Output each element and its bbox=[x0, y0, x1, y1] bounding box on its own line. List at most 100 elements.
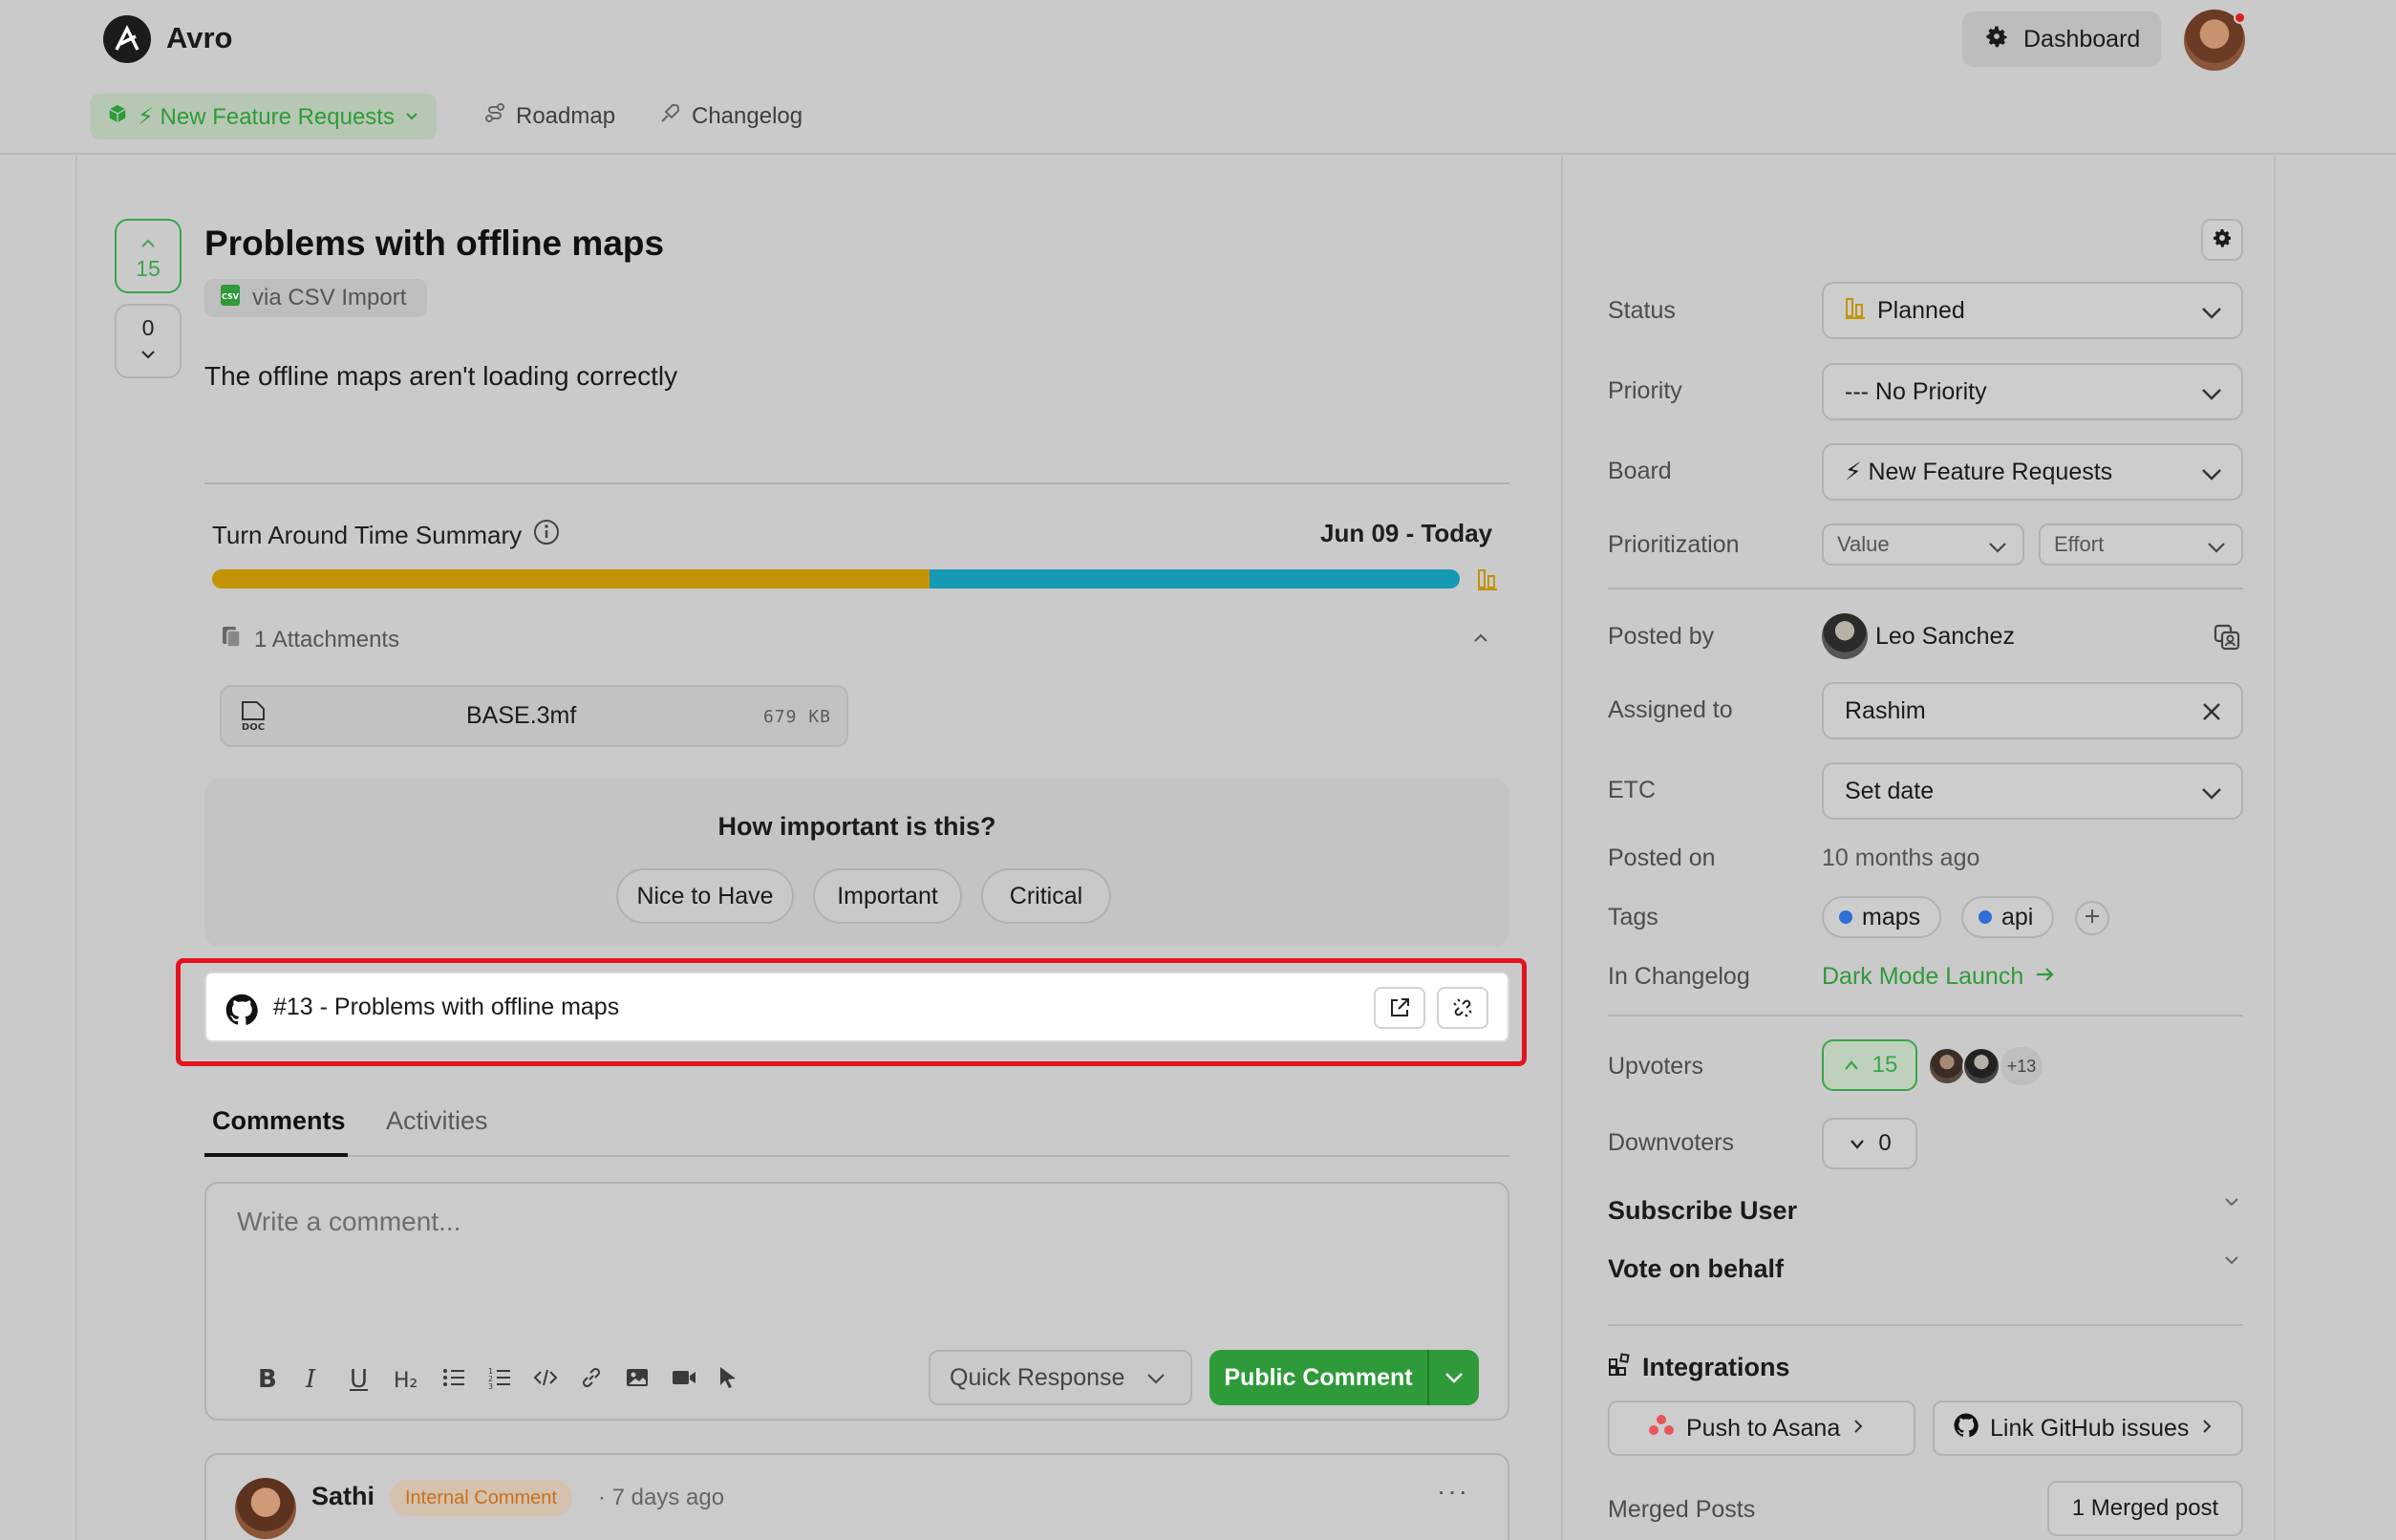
notification-dot bbox=[2234, 11, 2246, 24]
etc-value: Set date bbox=[1845, 777, 1935, 804]
comment-composer[interactable]: Write a comment... B I U H₂ 123 Quick Re… bbox=[204, 1182, 1509, 1421]
posted-on-value: 10 months ago bbox=[1822, 845, 1980, 871]
arrow-right-icon bbox=[2035, 963, 2056, 991]
changelog-link[interactable]: Dark Mode Launch bbox=[1822, 963, 2056, 991]
nav-roadmap[interactable]: Roadmap bbox=[483, 101, 615, 131]
avatar[interactable] bbox=[1822, 613, 1868, 659]
italic-icon[interactable]: I bbox=[306, 1365, 315, 1394]
divider bbox=[1608, 1324, 2243, 1326]
chevron-down-icon[interactable] bbox=[1429, 1371, 1479, 1384]
divider bbox=[1608, 1015, 2243, 1016]
public-comment-button[interactable]: Public Comment bbox=[1209, 1350, 1479, 1405]
importance-important-button[interactable]: Important bbox=[813, 868, 962, 924]
info-icon[interactable] bbox=[533, 519, 560, 552]
image-icon[interactable] bbox=[625, 1365, 650, 1397]
comment-author[interactable]: Sathi bbox=[311, 1482, 374, 1511]
tab-activities[interactable]: Activities bbox=[386, 1106, 488, 1136]
chevron-down-icon bbox=[2199, 462, 2224, 490]
link-icon[interactable] bbox=[579, 1365, 604, 1397]
upvoters-button[interactable]: 15 bbox=[1822, 1039, 1917, 1091]
priority-select[interactable]: --- No Priority bbox=[1822, 363, 2243, 420]
status-planned-icon bbox=[1845, 295, 1866, 327]
chevron-down-icon[interactable] bbox=[2222, 1251, 2241, 1273]
nav-changelog-label: Changelog bbox=[692, 102, 803, 129]
effort-select[interactable]: Effort bbox=[2039, 524, 2243, 566]
cursor-icon[interactable] bbox=[717, 1365, 739, 1397]
public-comment-label: Public Comment bbox=[1224, 1363, 1413, 1391]
integrations-label: Integrations bbox=[1642, 1353, 1790, 1381]
copy-icon[interactable] bbox=[2213, 623, 2241, 656]
avatar[interactable] bbox=[1928, 1047, 1966, 1085]
quick-response-label: Quick Response bbox=[950, 1363, 1125, 1391]
quick-response-select[interactable]: Quick Response bbox=[929, 1350, 1192, 1405]
status-select[interactable]: Planned bbox=[1822, 282, 2243, 339]
settings-button[interactable] bbox=[2201, 219, 2243, 261]
downvoters-label: Downvoters bbox=[1608, 1129, 1734, 1156]
board-select[interactable]: ⚡ New Feature Requests bbox=[1822, 443, 2243, 501]
comment-input[interactable]: Write a comment... bbox=[237, 1207, 460, 1237]
app-name[interactable]: Avro bbox=[166, 21, 232, 55]
avro-logo-icon[interactable] bbox=[103, 15, 151, 63]
nav-changelog[interactable]: Changelog bbox=[659, 101, 802, 131]
gear-icon bbox=[1983, 23, 2010, 56]
bold-icon[interactable]: B bbox=[258, 1365, 277, 1394]
changelog-value: Dark Mode Launch bbox=[1822, 963, 2024, 990]
tag-label: api bbox=[2001, 903, 2034, 930]
merged-posts-label: Merged Posts bbox=[1608, 1496, 1756, 1523]
csv-icon: CSV bbox=[218, 283, 243, 314]
highlight-box bbox=[176, 958, 1527, 1066]
subscribe-user-toggle[interactable]: Subscribe User bbox=[1608, 1196, 1797, 1226]
value-select[interactable]: Value bbox=[1822, 524, 2024, 566]
svg-text:CSV: CSV bbox=[222, 292, 240, 301]
bullet-list-icon[interactable] bbox=[441, 1365, 466, 1397]
board-selector[interactable]: ⚡ New Feature Requests bbox=[90, 94, 437, 139]
numbered-list-icon[interactable]: 123 bbox=[487, 1365, 512, 1397]
assigned-label: Assigned to bbox=[1608, 696, 1733, 723]
link-github-issues-button[interactable]: Link GitHub issues bbox=[1933, 1401, 2243, 1456]
etc-date-picker[interactable]: Set date bbox=[1822, 762, 2243, 820]
prioritization-label: Prioritization bbox=[1608, 531, 1740, 558]
tag-chip[interactable]: api bbox=[1961, 896, 2055, 938]
integrations-heading: Integrations bbox=[1608, 1352, 1790, 1383]
avatar[interactable] bbox=[1962, 1047, 2000, 1085]
more-upvoters-badge[interactable]: +13 bbox=[2000, 1047, 2043, 1085]
assignee-select[interactable]: Rashim bbox=[1822, 682, 2243, 739]
chevron-down-icon[interactable] bbox=[2222, 1192, 2241, 1214]
close-icon[interactable] bbox=[2199, 699, 2224, 731]
code-icon[interactable] bbox=[533, 1365, 558, 1397]
vote-on-behalf-toggle[interactable]: Vote on behalf bbox=[1608, 1254, 1784, 1284]
push-to-asana-label: Push to Asana bbox=[1686, 1414, 1841, 1442]
link-github-issues-label: Link GitHub issues bbox=[1990, 1414, 2190, 1442]
importance-critical-button[interactable]: Critical bbox=[981, 868, 1111, 924]
downvote-button[interactable]: 0 bbox=[115, 304, 182, 378]
push-to-asana-button[interactable]: Push to Asana bbox=[1608, 1401, 1915, 1456]
video-icon[interactable] bbox=[671, 1365, 697, 1397]
downvote-count: 0 bbox=[141, 315, 155, 340]
upvote-button[interactable]: 15 bbox=[115, 219, 182, 293]
priority-label: Priority bbox=[1608, 377, 1682, 404]
heading-icon[interactable]: H₂ bbox=[394, 1369, 417, 1393]
dashboard-button[interactable]: Dashboard bbox=[1962, 11, 2161, 67]
downvoters-button[interactable]: 0 bbox=[1822, 1118, 1917, 1169]
assigned-value: Rashim bbox=[1845, 696, 1926, 724]
underline-icon[interactable]: U bbox=[350, 1365, 368, 1394]
tab-comments[interactable]: Comments bbox=[212, 1106, 346, 1136]
posted-by-value[interactable]: Leo Sanchez bbox=[1875, 623, 2015, 651]
posted-by-label: Posted by bbox=[1608, 623, 1715, 650]
importance-nice-to-have-button[interactable]: Nice to Have bbox=[616, 868, 794, 924]
attachments-header[interactable]: 1 Attachments bbox=[220, 624, 399, 655]
turnaround-bar bbox=[212, 569, 1460, 588]
chevron-down-icon bbox=[139, 341, 158, 367]
avatar[interactable] bbox=[235, 1478, 296, 1539]
source-label: via CSV Import bbox=[252, 285, 407, 310]
tag-label: maps bbox=[1862, 903, 1921, 930]
more-options-icon[interactable]: ··· bbox=[1437, 1476, 1469, 1507]
chevron-up-icon[interactable] bbox=[1471, 626, 1490, 651]
changelog-label: In Changelog bbox=[1608, 963, 1750, 990]
chevron-right-icon bbox=[2200, 1415, 2214, 1443]
add-tag-button[interactable] bbox=[2075, 901, 2109, 935]
comment-item: Sathi Internal Comment · 7 days ago ··· bbox=[204, 1453, 1509, 1540]
attachment-file[interactable]: DOC BASE.3mf 679 KB bbox=[220, 685, 848, 747]
tag-chip[interactable]: maps bbox=[1822, 896, 1942, 938]
merged-posts-button[interactable]: 1 Merged post bbox=[2047, 1481, 2243, 1536]
